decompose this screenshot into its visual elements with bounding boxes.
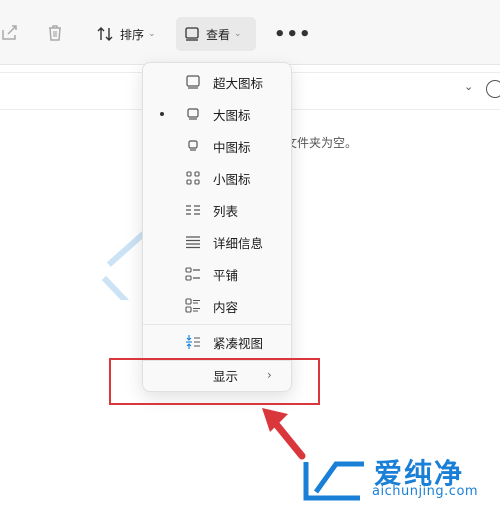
menu-item-label: 超大图标 [213, 75, 264, 91]
monitor-icon [187, 108, 199, 120]
grid-icon [186, 171, 200, 185]
monitor-small-icon [188, 140, 198, 151]
delete-icon[interactable] [44, 22, 66, 44]
selected-indicator [160, 112, 164, 116]
menu-item-label: 详细信息 [213, 235, 264, 251]
menu-item-medium-icons[interactable]: 中图标 [143, 130, 291, 162]
sort-label: 排序 [120, 27, 145, 42]
menu-item-list[interactable]: 列表 [143, 194, 291, 226]
chevron-down-icon[interactable]: ⌄ [464, 80, 473, 93]
chevron-down-icon: ⌄ [148, 29, 156, 39]
menu-item-label: 大图标 [213, 107, 251, 123]
menu-item-small-icons[interactable]: 小图标 [143, 162, 291, 194]
menu-item-content[interactable]: 内容 [143, 290, 291, 322]
brand-logo-icon [303, 461, 364, 501]
sort-icon [97, 27, 113, 41]
menu-divider [143, 324, 291, 325]
menu-item-label: 小图标 [213, 171, 251, 187]
refresh-icon[interactable] [486, 80, 500, 98]
highlight-box [109, 358, 320, 405]
red-arrow-icon [262, 408, 306, 460]
sort-button[interactable]: 排序 ⌄ [88, 17, 164, 51]
more-options-button[interactable]: ••• [274, 24, 312, 45]
view-dropdown-menu: 超大图标 大图标 中图标 小图标 列表 详细信息 平铺 内容 紧凑视图 显示 › [142, 62, 292, 392]
menu-item-label: 内容 [213, 299, 239, 315]
tiles-icon [185, 267, 200, 281]
menu-item-label: 中图标 [213, 139, 251, 155]
monitor-icon [186, 75, 200, 89]
view-icon [185, 27, 199, 41]
compact-icon [186, 335, 200, 349]
view-button[interactable]: 查看 ⌄ [176, 17, 256, 51]
empty-folder-message: 文件夹为空。 [285, 136, 358, 150]
share-icon[interactable] [0, 22, 22, 44]
brand-url: aichunjing.com [372, 484, 479, 499]
list-icon [186, 205, 200, 215]
chevron-down-icon: ⌄ [234, 29, 242, 39]
menu-item-details[interactable]: 详细信息 [143, 226, 291, 258]
command-bar: 排序 ⌄ 查看 ⌄ ••• [0, 0, 500, 65]
menu-item-tiles[interactable]: 平铺 [143, 258, 291, 290]
menu-item-extra-large-icons[interactable]: 超大图标 [143, 66, 291, 98]
view-label: 查看 [206, 27, 231, 42]
menu-item-compact-view[interactable]: 紧凑视图 [143, 326, 291, 358]
menu-item-label: 平铺 [213, 267, 239, 283]
menu-item-label: 紧凑视图 [213, 335, 264, 351]
menu-item-large-icons[interactable]: 大图标 [143, 98, 291, 130]
menu-item-label: 列表 [213, 203, 239, 219]
content-icon [185, 298, 200, 313]
details-icon [186, 236, 200, 249]
